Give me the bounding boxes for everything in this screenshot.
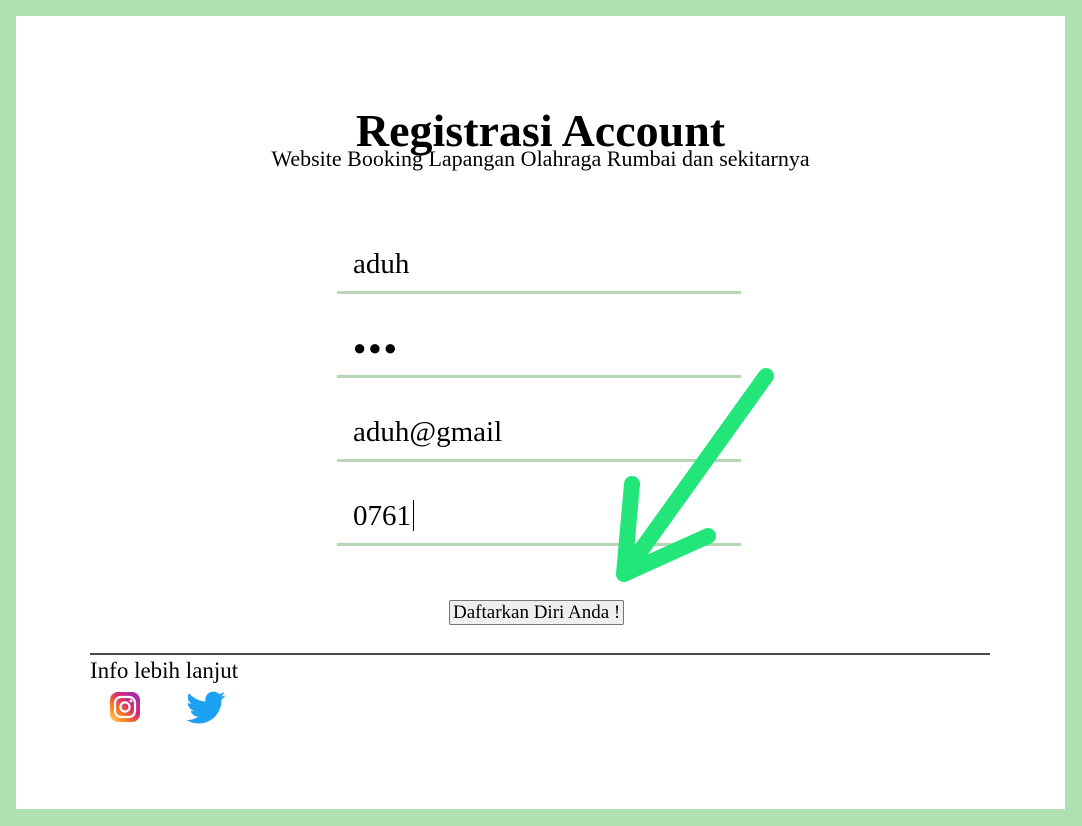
info-label: Info lebih lanjut: [90, 658, 239, 683]
password-value: ●●●: [353, 335, 399, 360]
email-value: aduh@gmail: [353, 416, 503, 448]
username-value: aduh: [353, 248, 410, 280]
text-caret: [413, 500, 414, 531]
footer-divider: [90, 653, 990, 655]
password-field[interactable]: ●●●: [337, 330, 741, 378]
phone-value: 0761: [353, 500, 411, 532]
registration-page: Registrasi Account Website Booking Lapan…: [16, 16, 1065, 809]
phone-value-wrapper: 0761: [353, 500, 414, 531]
twitter-link[interactable]: [182, 690, 230, 724]
instagram-link[interactable]: [102, 690, 150, 724]
browser-viewport: { "header": { "title": "Registrasi Accou…: [0, 0, 1082, 826]
username-field[interactable]: aduh: [337, 246, 741, 294]
phone-field[interactable]: 0761: [337, 498, 741, 546]
instagram-icon: [110, 692, 140, 722]
page-subtitle: Website Booking Lapangan Olahraga Rumbai…: [271, 146, 810, 171]
twitter-icon: [186, 691, 226, 724]
email-field[interactable]: aduh@gmail: [337, 414, 741, 462]
register-button[interactable]: Daftarkan Diri Anda !: [449, 600, 625, 625]
